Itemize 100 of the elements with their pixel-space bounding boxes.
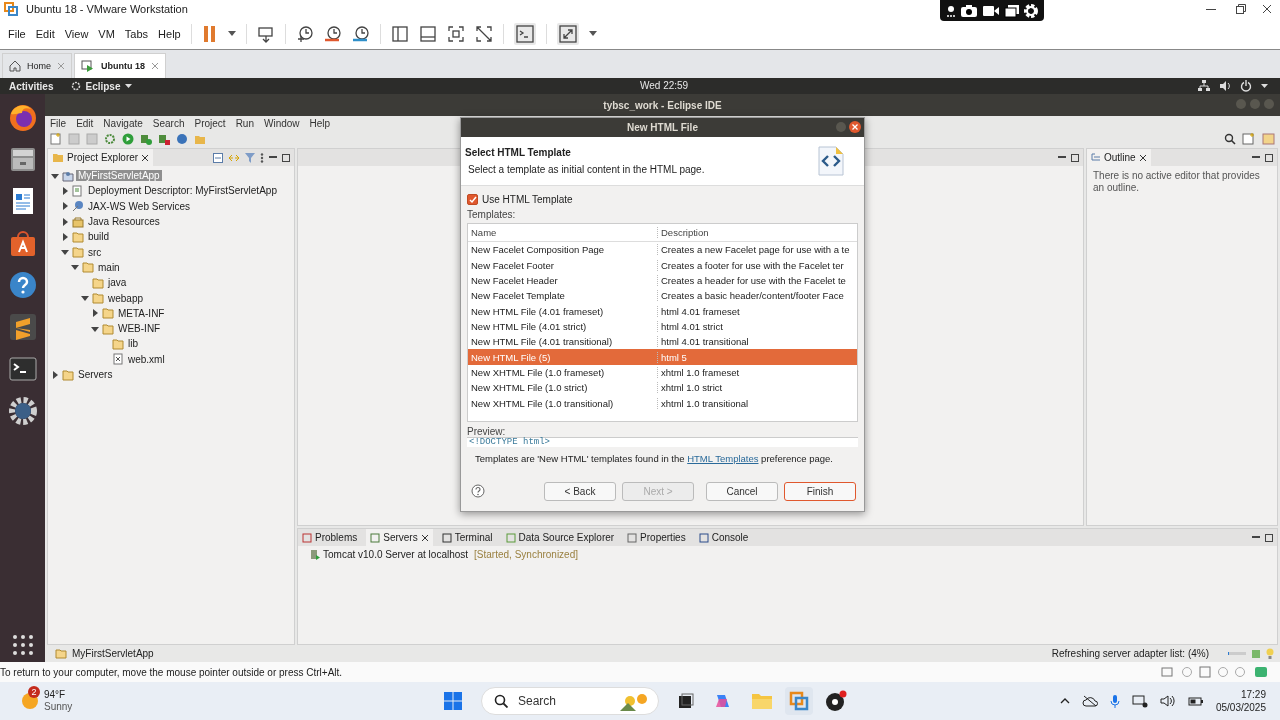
collapsed-arrow-icon[interactable] (61, 186, 69, 195)
weather-widget[interactable]: 2 94°F Sunny (0, 689, 73, 713)
expanded-arrow-icon[interactable] (91, 324, 99, 333)
server-name[interactable]: Tomcat v10.0 Server at localhost (323, 549, 469, 560)
expanded-arrow-icon[interactable] (61, 248, 69, 257)
search-icon[interactable] (1224, 133, 1236, 145)
windows-icon[interactable] (1003, 3, 1020, 18)
panel-icon[interactable] (418, 24, 437, 43)
maximize-icon[interactable] (1265, 153, 1273, 162)
menu-item[interactable]: Search (152, 117, 185, 129)
full-screen-icon[interactable] (446, 24, 465, 43)
menu-item[interactable]: Tabs (124, 27, 149, 40)
template-row[interactable]: New Facelet Header Creates a header for use with the Facelet te (468, 272, 857, 289)
template-row[interactable]: New HTML File (4.01 strict) html 4.01 strict (468, 318, 857, 335)
close-icon[interactable] (1262, 4, 1272, 14)
menu-item[interactable]: Edit (76, 117, 94, 129)
template-row[interactable]: New HTML File (4.01 frameset) html 4.01 frameset (468, 303, 857, 319)
console-icon[interactable] (513, 22, 536, 45)
stop-server-icon[interactable] (158, 133, 170, 145)
monitor-icon[interactable] (1131, 694, 1148, 708)
recorder-icon[interactable] (825, 690, 847, 712)
help-icon[interactable] (7, 270, 38, 300)
revert-snapshot-icon[interactable] (323, 24, 342, 43)
close-icon[interactable] (420, 533, 429, 542)
template-row[interactable]: New Facelet Template Creates a basic header/content/footer Face (468, 288, 857, 304)
template-row[interactable]: New Facelet Composition Page Creates a new Facelet page for use with a te (468, 242, 857, 258)
vm-tab[interactable]: Home (2, 53, 72, 78)
power-icon[interactable] (1240, 80, 1252, 92)
vmware-icon[interactable] (785, 687, 813, 715)
unity-icon[interactable] (474, 24, 493, 43)
menu-item[interactable]: Project (194, 117, 226, 129)
pause-icon[interactable] (201, 24, 218, 43)
video-camera-icon[interactable] (982, 3, 1000, 18)
sidebar-icon[interactable] (390, 24, 409, 43)
network-icon[interactable] (1198, 80, 1210, 92)
snapshot-manager-icon[interactable] (351, 24, 370, 43)
apps-grid-icon[interactable] (11, 634, 34, 656)
template-row[interactable]: New Facelet Footer Creates a footer for use with the Facelet ter (468, 257, 857, 273)
caret-icon[interactable] (1261, 83, 1268, 89)
microphone-icon[interactable] (1109, 694, 1120, 708)
menu-item[interactable]: File (8, 27, 26, 40)
chevron-up-icon[interactable] (1059, 697, 1070, 705)
view-tab[interactable]: Outline (1087, 149, 1151, 166)
close-icon[interactable] (1138, 153, 1147, 162)
view-tab[interactable]: Properties (623, 529, 690, 546)
collapse-all-icon[interactable] (213, 152, 223, 163)
menu-item[interactable]: Run (235, 117, 254, 129)
activities-button[interactable]: Activities (0, 80, 54, 92)
firefox-icon[interactable] (7, 102, 38, 132)
volume-icon[interactable] (1219, 80, 1231, 92)
run-icon[interactable] (122, 133, 134, 145)
lightbulb-icon[interactable] (1266, 647, 1274, 660)
close-icon[interactable] (141, 153, 150, 162)
search-field[interactable]: Search (481, 687, 659, 715)
caret-icon[interactable] (588, 30, 597, 37)
column-header[interactable]: Description (658, 227, 709, 238)
maximize-button[interactable] (1236, 4, 1246, 14)
checkbox[interactable] (467, 194, 478, 205)
menu-item[interactable]: Edit (35, 27, 55, 40)
view-tab[interactable]: Servers (366, 529, 433, 546)
templates-link[interactable]: HTML Templates (687, 453, 759, 464)
tree-item[interactable]: java (106, 277, 129, 289)
tree-item[interactable]: src (86, 246, 104, 258)
collapsed-arrow-icon[interactable] (61, 232, 69, 241)
template-row[interactable]: New XHTML File (1.0 frameset) xhtml 1.0 frameset (468, 364, 857, 381)
caret-icon[interactable] (227, 30, 236, 37)
sublime-icon[interactable] (7, 312, 38, 342)
send-keys-icon[interactable] (256, 24, 275, 43)
menu-item[interactable]: File (50, 117, 67, 129)
minimize-button[interactable] (1206, 8, 1216, 10)
clock[interactable]: 17:29 05/03/2025 (1215, 688, 1266, 714)
tree-item[interactable]: build (86, 231, 112, 243)
template-row[interactable]: New XHTML File (1.0 strict) xhtml 1.0 strict (468, 380, 857, 396)
maximize-icon[interactable] (1071, 153, 1079, 162)
clock[interactable]: Wed 22:59 (640, 80, 689, 91)
menu-item[interactable]: Help (309, 117, 331, 129)
start-icon[interactable] (443, 691, 463, 711)
cloud-icon[interactable] (1081, 695, 1098, 707)
app-menu[interactable]: Eclipse (53, 80, 132, 92)
snapshot-icon[interactable] (295, 24, 314, 43)
vm-tab[interactable]: Ubuntu 18 (74, 53, 166, 78)
tree-item[interactable]: web.xml (126, 353, 167, 365)
terminal-icon[interactable] (7, 354, 38, 384)
settings-icon[interactable] (1023, 2, 1040, 19)
new-file-icon[interactable] (50, 133, 62, 145)
collapsed-arrow-icon[interactable] (61, 217, 69, 226)
template-row[interactable]: New XHTML File (1.0 transitional) xhtml 1.0 transitional (468, 395, 857, 411)
expanded-arrow-icon[interactable] (51, 171, 59, 180)
collapsed-arrow-icon[interactable] (91, 309, 99, 318)
menu-item[interactable]: Help (158, 27, 181, 40)
tree-item[interactable]: main (96, 261, 122, 273)
tree-item[interactable]: Servers (76, 369, 115, 380)
template-row[interactable]: New HTML File (4.01 transitional) html 4.01 transitional (468, 334, 857, 350)
volume-icon[interactable] (1159, 694, 1176, 708)
checkbox-label[interactable]: Use HTML Template (482, 194, 573, 205)
menu-item[interactable]: VM (98, 27, 115, 40)
maximize-icon[interactable] (282, 153, 290, 162)
dialog-button[interactable]: Cancel (706, 481, 778, 501)
tree-item[interactable]: META-INF (116, 307, 167, 319)
collapsed-arrow-icon[interactable] (51, 370, 59, 379)
